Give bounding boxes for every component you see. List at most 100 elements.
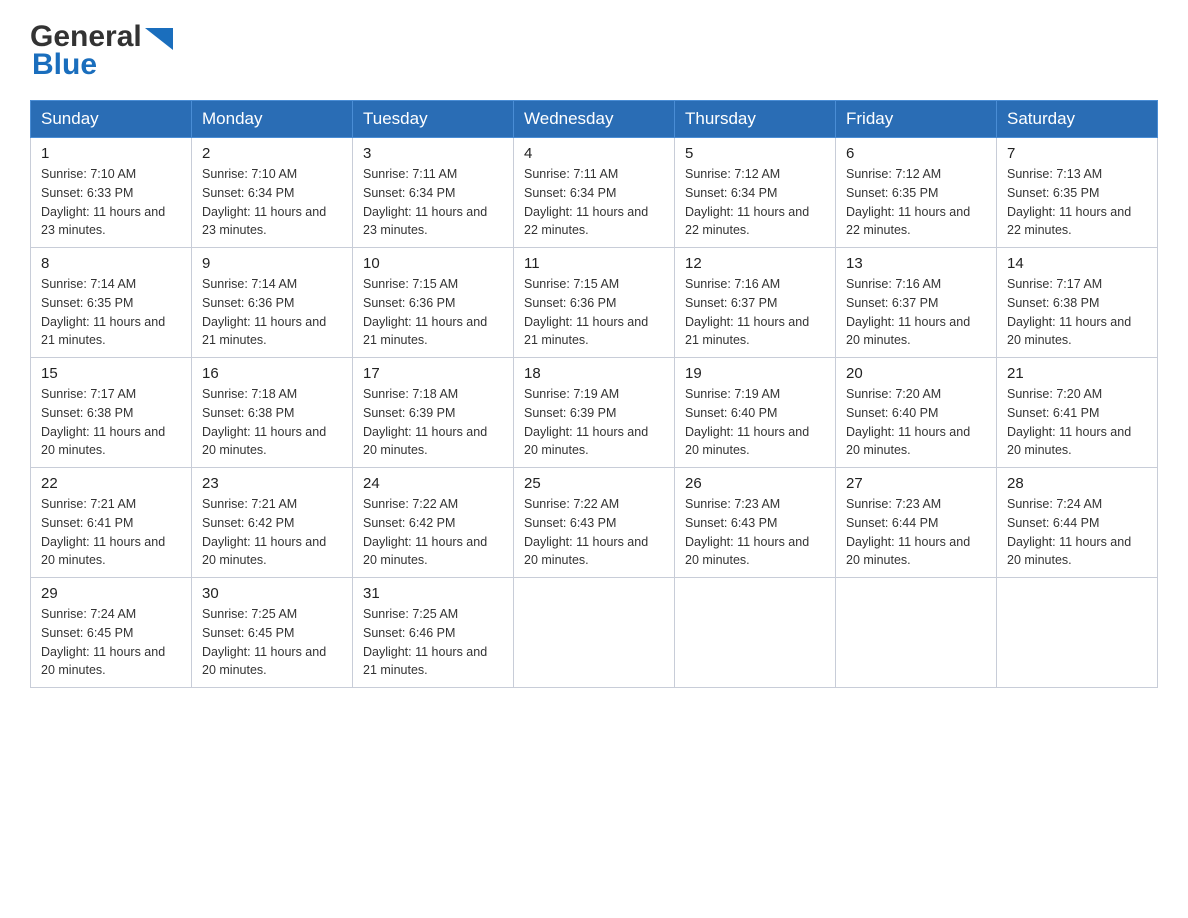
calendar-header-wednesday: Wednesday bbox=[514, 101, 675, 138]
calendar-cell bbox=[997, 578, 1158, 688]
day-number: 21 bbox=[1007, 365, 1147, 382]
day-info: Sunrise: 7:23 AMSunset: 6:44 PMDaylight:… bbox=[846, 495, 986, 570]
calendar-header-sunday: Sunday bbox=[31, 101, 192, 138]
calendar-cell: 16 Sunrise: 7:18 AMSunset: 6:38 PMDaylig… bbox=[192, 358, 353, 468]
day-number: 31 bbox=[363, 585, 503, 602]
calendar-cell: 31 Sunrise: 7:25 AMSunset: 6:46 PMDaylig… bbox=[353, 578, 514, 688]
day-number: 5 bbox=[685, 145, 825, 162]
day-number: 25 bbox=[524, 475, 664, 492]
day-number: 10 bbox=[363, 255, 503, 272]
day-number: 14 bbox=[1007, 255, 1147, 272]
calendar-cell: 20 Sunrise: 7:20 AMSunset: 6:40 PMDaylig… bbox=[836, 358, 997, 468]
calendar-cell: 30 Sunrise: 7:25 AMSunset: 6:45 PMDaylig… bbox=[192, 578, 353, 688]
day-info: Sunrise: 7:17 AMSunset: 6:38 PMDaylight:… bbox=[1007, 275, 1147, 350]
day-number: 6 bbox=[846, 145, 986, 162]
calendar-week-2: 8 Sunrise: 7:14 AMSunset: 6:35 PMDayligh… bbox=[31, 248, 1158, 358]
calendar-cell: 23 Sunrise: 7:21 AMSunset: 6:42 PMDaylig… bbox=[192, 468, 353, 578]
calendar-cell: 29 Sunrise: 7:24 AMSunset: 6:45 PMDaylig… bbox=[31, 578, 192, 688]
day-number: 30 bbox=[202, 585, 342, 602]
calendar-cell: 14 Sunrise: 7:17 AMSunset: 6:38 PMDaylig… bbox=[997, 248, 1158, 358]
calendar-header-thursday: Thursday bbox=[675, 101, 836, 138]
calendar-header-row: SundayMondayTuesdayWednesdayThursdayFrid… bbox=[31, 101, 1158, 138]
day-number: 12 bbox=[685, 255, 825, 272]
calendar-cell: 6 Sunrise: 7:12 AMSunset: 6:35 PMDayligh… bbox=[836, 138, 997, 248]
calendar-cell: 13 Sunrise: 7:16 AMSunset: 6:37 PMDaylig… bbox=[836, 248, 997, 358]
calendar-cell: 10 Sunrise: 7:15 AMSunset: 6:36 PMDaylig… bbox=[353, 248, 514, 358]
day-info: Sunrise: 7:21 AMSunset: 6:42 PMDaylight:… bbox=[202, 495, 342, 570]
day-info: Sunrise: 7:19 AMSunset: 6:40 PMDaylight:… bbox=[685, 385, 825, 460]
calendar-header-friday: Friday bbox=[836, 101, 997, 138]
day-number: 9 bbox=[202, 255, 342, 272]
day-number: 17 bbox=[363, 365, 503, 382]
day-info: Sunrise: 7:16 AMSunset: 6:37 PMDaylight:… bbox=[685, 275, 825, 350]
day-info: Sunrise: 7:25 AMSunset: 6:45 PMDaylight:… bbox=[202, 605, 342, 680]
day-info: Sunrise: 7:10 AMSunset: 6:33 PMDaylight:… bbox=[41, 165, 181, 240]
day-number: 15 bbox=[41, 365, 181, 382]
day-number: 29 bbox=[41, 585, 181, 602]
day-info: Sunrise: 7:17 AMSunset: 6:38 PMDaylight:… bbox=[41, 385, 181, 460]
calendar-cell: 7 Sunrise: 7:13 AMSunset: 6:35 PMDayligh… bbox=[997, 138, 1158, 248]
day-info: Sunrise: 7:15 AMSunset: 6:36 PMDaylight:… bbox=[524, 275, 664, 350]
day-number: 26 bbox=[685, 475, 825, 492]
day-number: 27 bbox=[846, 475, 986, 492]
calendar-cell: 25 Sunrise: 7:22 AMSunset: 6:43 PMDaylig… bbox=[514, 468, 675, 578]
calendar-cell: 11 Sunrise: 7:15 AMSunset: 6:36 PMDaylig… bbox=[514, 248, 675, 358]
day-number: 4 bbox=[524, 145, 664, 162]
day-info: Sunrise: 7:15 AMSunset: 6:36 PMDaylight:… bbox=[363, 275, 503, 350]
day-info: Sunrise: 7:14 AMSunset: 6:36 PMDaylight:… bbox=[202, 275, 342, 350]
day-info: Sunrise: 7:22 AMSunset: 6:43 PMDaylight:… bbox=[524, 495, 664, 570]
day-number: 23 bbox=[202, 475, 342, 492]
day-info: Sunrise: 7:14 AMSunset: 6:35 PMDaylight:… bbox=[41, 275, 181, 350]
logo-blue-text: Blue bbox=[32, 48, 173, 82]
calendar-cell: 12 Sunrise: 7:16 AMSunset: 6:37 PMDaylig… bbox=[675, 248, 836, 358]
day-number: 11 bbox=[524, 255, 664, 272]
day-number: 20 bbox=[846, 365, 986, 382]
calendar-week-4: 22 Sunrise: 7:21 AMSunset: 6:41 PMDaylig… bbox=[31, 468, 1158, 578]
day-number: 1 bbox=[41, 145, 181, 162]
calendar-cell bbox=[836, 578, 997, 688]
day-info: Sunrise: 7:22 AMSunset: 6:42 PMDaylight:… bbox=[363, 495, 503, 570]
day-info: Sunrise: 7:21 AMSunset: 6:41 PMDaylight:… bbox=[41, 495, 181, 570]
calendar-cell: 22 Sunrise: 7:21 AMSunset: 6:41 PMDaylig… bbox=[31, 468, 192, 578]
calendar-cell: 15 Sunrise: 7:17 AMSunset: 6:38 PMDaylig… bbox=[31, 358, 192, 468]
calendar-cell: 8 Sunrise: 7:14 AMSunset: 6:35 PMDayligh… bbox=[31, 248, 192, 358]
calendar-week-1: 1 Sunrise: 7:10 AMSunset: 6:33 PMDayligh… bbox=[31, 138, 1158, 248]
day-info: Sunrise: 7:12 AMSunset: 6:34 PMDaylight:… bbox=[685, 165, 825, 240]
day-number: 8 bbox=[41, 255, 181, 272]
day-number: 16 bbox=[202, 365, 342, 382]
day-info: Sunrise: 7:19 AMSunset: 6:39 PMDaylight:… bbox=[524, 385, 664, 460]
calendar-cell: 28 Sunrise: 7:24 AMSunset: 6:44 PMDaylig… bbox=[997, 468, 1158, 578]
calendar-cell: 5 Sunrise: 7:12 AMSunset: 6:34 PMDayligh… bbox=[675, 138, 836, 248]
day-number: 22 bbox=[41, 475, 181, 492]
calendar-cell: 3 Sunrise: 7:11 AMSunset: 6:34 PMDayligh… bbox=[353, 138, 514, 248]
day-info: Sunrise: 7:13 AMSunset: 6:35 PMDaylight:… bbox=[1007, 165, 1147, 240]
calendar-cell bbox=[514, 578, 675, 688]
day-info: Sunrise: 7:23 AMSunset: 6:43 PMDaylight:… bbox=[685, 495, 825, 570]
calendar-cell: 2 Sunrise: 7:10 AMSunset: 6:34 PMDayligh… bbox=[192, 138, 353, 248]
calendar-cell: 18 Sunrise: 7:19 AMSunset: 6:39 PMDaylig… bbox=[514, 358, 675, 468]
day-info: Sunrise: 7:11 AMSunset: 6:34 PMDaylight:… bbox=[363, 165, 503, 240]
calendar-header-saturday: Saturday bbox=[997, 101, 1158, 138]
calendar-header-monday: Monday bbox=[192, 101, 353, 138]
day-number: 2 bbox=[202, 145, 342, 162]
day-info: Sunrise: 7:24 AMSunset: 6:45 PMDaylight:… bbox=[41, 605, 181, 680]
day-number: 28 bbox=[1007, 475, 1147, 492]
calendar-cell bbox=[675, 578, 836, 688]
day-info: Sunrise: 7:25 AMSunset: 6:46 PMDaylight:… bbox=[363, 605, 503, 680]
day-number: 3 bbox=[363, 145, 503, 162]
day-number: 7 bbox=[1007, 145, 1147, 162]
logo-arrow-icon bbox=[145, 28, 173, 50]
day-info: Sunrise: 7:18 AMSunset: 6:39 PMDaylight:… bbox=[363, 385, 503, 460]
day-number: 18 bbox=[524, 365, 664, 382]
logo: General Blue bbox=[30, 20, 173, 82]
page-header: General Blue bbox=[30, 20, 1158, 82]
day-info: Sunrise: 7:24 AMSunset: 6:44 PMDaylight:… bbox=[1007, 495, 1147, 570]
calendar-table: SundayMondayTuesdayWednesdayThursdayFrid… bbox=[30, 100, 1158, 688]
calendar-week-5: 29 Sunrise: 7:24 AMSunset: 6:45 PMDaylig… bbox=[31, 578, 1158, 688]
calendar-cell: 26 Sunrise: 7:23 AMSunset: 6:43 PMDaylig… bbox=[675, 468, 836, 578]
day-info: Sunrise: 7:12 AMSunset: 6:35 PMDaylight:… bbox=[846, 165, 986, 240]
calendar-week-3: 15 Sunrise: 7:17 AMSunset: 6:38 PMDaylig… bbox=[31, 358, 1158, 468]
calendar-cell: 9 Sunrise: 7:14 AMSunset: 6:36 PMDayligh… bbox=[192, 248, 353, 358]
calendar-cell: 21 Sunrise: 7:20 AMSunset: 6:41 PMDaylig… bbox=[997, 358, 1158, 468]
day-info: Sunrise: 7:20 AMSunset: 6:41 PMDaylight:… bbox=[1007, 385, 1147, 460]
